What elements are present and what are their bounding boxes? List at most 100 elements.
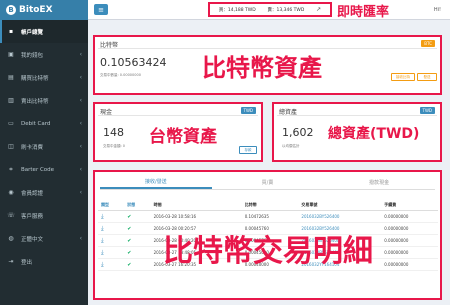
btc-balance: 0.10563424: [100, 56, 167, 69]
tx-fee: 0.00000000: [384, 238, 409, 243]
sidebar-item-dashboard[interactable]: ▪ 帳戶總覽: [0, 20, 88, 43]
sidebar-item-card[interactable]: ▭ Debit Card ‹: [0, 112, 88, 135]
language-icon: ◍: [8, 235, 14, 242]
twd-badge: TWD: [419, 107, 435, 114]
btc-annotation: 比特幣資產: [202, 54, 322, 82]
sidebar-item-cart[interactable]: ▤ 購買比特幣 ‹: [0, 66, 88, 89]
divider: [98, 115, 258, 116]
deposit-button[interactable]: 存款: [239, 146, 257, 154]
btc-asset-card: 比特幣 BTC 0.10563424 交易中數量: 0.00000000 比特幣…: [93, 35, 442, 95]
status-check-icon: ✔: [127, 225, 132, 232]
col-btc: 比特幣: [241, 200, 299, 211]
hamburger-icon: ≡: [98, 5, 104, 14]
sell-rate: 賣：13,346 TWD: [267, 7, 305, 13]
trend-icon[interactable]: ↗: [316, 6, 321, 13]
user-menu[interactable]: Hi!: [434, 7, 441, 13]
sidebar-item-label: 帳戶總覽: [21, 29, 44, 36]
sidebar-item-label: 會員認證: [21, 190, 44, 197]
menu-toggle-button[interactable]: ≡: [94, 4, 108, 15]
tab-cash-withdraw[interactable]: 撥款現金: [323, 176, 435, 189]
tx-id-link[interactable]: 2016032BY526400: [301, 214, 339, 219]
total-estimate-note: 以均價估計: [282, 144, 300, 148]
tx-fee: 0.00000000: [384, 250, 409, 255]
total-balance: 1,602: [282, 126, 314, 139]
download-icon[interactable]: ⤓: [101, 237, 104, 244]
exchange-rate-box: 買：14,188 TWD 賣：13,346 TWD ↗: [208, 2, 332, 17]
cash-pending-note: 交易中金額: 0: [103, 144, 126, 148]
chevron-left-icon: ‹: [79, 189, 82, 196]
sidebar-item-label: Debit Card: [21, 120, 51, 127]
bitoex-logo-icon: B: [6, 5, 16, 15]
verify-icon: ◉: [8, 189, 14, 196]
download-icon[interactable]: ⤓: [101, 213, 104, 220]
status-check-icon: ✔: [127, 237, 132, 244]
sell-icon: ▥: [8, 97, 14, 104]
sidebar-item-label: 客戶服務: [21, 213, 44, 220]
col-time: 時間: [150, 200, 242, 211]
btc-pending-note: 交易中數量: 0.00000000: [100, 73, 141, 77]
chevron-left-icon: ‹: [79, 97, 82, 104]
tx-fee: 0.00000000: [384, 226, 409, 231]
chevron-left-icon: ‹: [79, 74, 82, 81]
total-asset-card: 總資產 TWD 1,602 以均價估計 總資產(TWD): [272, 102, 442, 162]
cash-annotation: 台幣資產: [149, 127, 217, 147]
receive-btc-button[interactable]: 接收比特: [391, 73, 415, 81]
download-icon[interactable]: ⤓: [101, 225, 104, 232]
chevron-left-icon: ‹: [79, 143, 82, 150]
sidebar-item-wallet[interactable]: ▣ 我的錢包 ‹: [0, 43, 88, 66]
transactions-panel: 接收/發送 買/賣 撥款現金 類型 狀態 時間 比特幣 交易單號 手續費 ⤓ ✔ 2…: [93, 170, 442, 300]
tab-buy-sell[interactable]: 買/賣: [212, 176, 324, 189]
sidebar-item-label: Barter Code: [21, 166, 55, 173]
chevron-left-icon: ‹: [79, 166, 82, 173]
cart-icon: ▤: [8, 74, 14, 81]
sidebar-item-label: 購買比特幣: [21, 75, 49, 82]
dashboard-icon: ▪: [8, 28, 14, 35]
sidebar-item-label: 刷卡消費: [21, 144, 44, 151]
status-check-icon: ✔: [127, 261, 132, 268]
top-bar: ≡ 買：14,188 TWD 賣：13,346 TWD ↗ 即時匯率 Hi!: [88, 0, 450, 20]
twd-badge: TWD: [240, 107, 256, 114]
tx-fee: 0.00000000: [384, 214, 409, 219]
sidebar-item-label: 登出: [21, 259, 33, 266]
sidebar-item-logout[interactable]: ⇥ 登出: [0, 250, 88, 273]
col-type: 類型: [98, 200, 125, 211]
download-icon[interactable]: ⤓: [101, 261, 104, 268]
btc-badge: BTC: [421, 40, 435, 47]
chevron-left-icon: ‹: [79, 51, 82, 58]
transaction-tabs: 接收/發送 買/賣 撥款現金: [100, 176, 435, 190]
sidebar-item-label: 正體中文: [21, 236, 44, 243]
transactions-annotation: 比特幣交易明細: [163, 234, 373, 269]
table-header-row: 類型 狀態 時間 比特幣 交易單號 手續費: [98, 200, 438, 211]
sidebar-item-verify[interactable]: ◉ 會員認證 ‹: [0, 181, 88, 204]
sidebar-item-language[interactable]: ◍ 正體中文 ‹: [0, 227, 88, 250]
chevron-left-icon: ‹: [79, 235, 82, 242]
cash-asset-card: 現金 TWD 148 交易中金額: 0 台幣資產 存款: [93, 102, 263, 162]
wallet-icon: ▣: [8, 51, 14, 58]
sidebar-item-code[interactable]: ⌗ Barter Code ‹: [0, 158, 88, 181]
download-icon[interactable]: ⤓: [101, 249, 104, 256]
sidebar-item-label: 賣出比特幣: [21, 98, 49, 105]
divider: [277, 115, 437, 116]
sidebar-nav: ▪ 帳戶總覽 ▣ 我的錢包 ‹ ▤ 購買比特幣 ‹ ▥ 賣出比特幣 ‹ ▭ Debit Card ‹ ◫ 刷卡…: [0, 20, 88, 273]
col-fee: 手續費: [381, 200, 438, 211]
total-annotation: 總資產(TWD): [328, 126, 420, 142]
logout-icon: ⇥: [8, 258, 14, 265]
support-icon: ☏: [7, 212, 15, 219]
sidebar-item-sell[interactable]: ▥ 賣出比特幣 ‹: [0, 89, 88, 112]
sidebar-item-pay[interactable]: ◫ 刷卡消費 ‹: [0, 135, 88, 158]
sidebar: B BitoEX ▪ 帳戶總覽 ▣ 我的錢包 ‹ ▤ 購買比特幣 ‹ ▥ 賣出比特幣 ‹ ▭ Debit…: [0, 0, 88, 305]
send-btc-button[interactable]: 發送: [417, 73, 437, 81]
rate-annotation: 即時匯率: [337, 5, 390, 20]
tx-btc-amount: 0.10472635: [244, 214, 269, 219]
sidebar-item-label: 我的錢包: [21, 52, 44, 59]
status-check-icon: ✔: [127, 213, 132, 220]
pay-icon: ◫: [8, 143, 14, 150]
brand-logo[interactable]: B BitoEX: [0, 0, 88, 20]
sidebar-item-support[interactable]: ☏ 客戶服務: [0, 204, 88, 227]
cash-balance: 148: [103, 126, 124, 139]
col-status: 狀態: [124, 200, 151, 211]
tab-receive-send[interactable]: 接收/發送: [100, 176, 212, 189]
table-row[interactable]: ⤓ ✔ 2016-03-28 10:58:16 0.10472635 2016032BY…: [98, 210, 438, 223]
page: B BitoEX ▪ 帳戶總覽 ▣ 我的錢包 ‹ ▤ 購買比特幣 ‹ ▥ 賣出比特幣 ‹ ▭ Debit…: [0, 0, 450, 305]
col-txid: 交易單號: [298, 200, 382, 211]
